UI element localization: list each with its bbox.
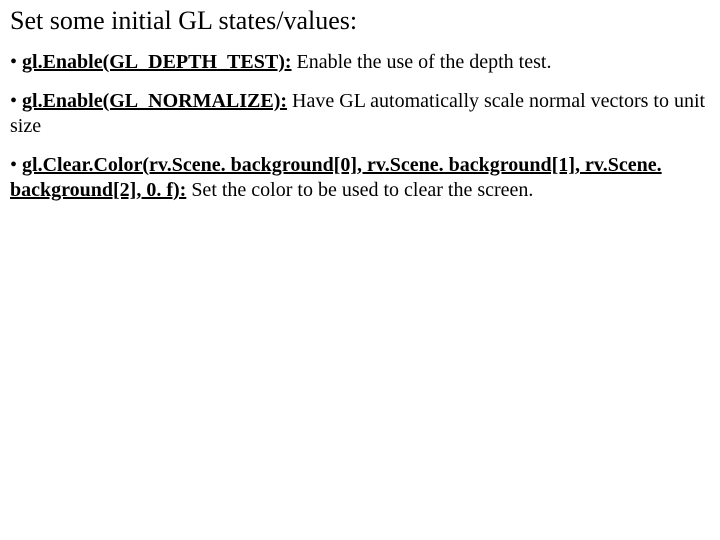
slide-page: Set some initial GL states/values: • gl.…	[0, 0, 720, 203]
bullet-marker: •	[10, 154, 22, 176]
bullet-item: • gl.Enable(GL_NORMALIZE): Have GL autom…	[10, 89, 710, 139]
bullet-marker: •	[10, 51, 22, 73]
bullet-marker: •	[10, 90, 22, 112]
page-title: Set some initial GL states/values:	[10, 6, 710, 36]
bullet-text: Set the color to be used to clear the sc…	[186, 179, 533, 201]
bullet-item: • gl.Enable(GL_DEPTH_TEST): Enable the u…	[10, 50, 710, 75]
code-call: gl.Enable(GL_NORMALIZE):	[22, 90, 287, 112]
bullet-item: • gl.Clear.Color(rv.Scene. background[0]…	[10, 153, 710, 203]
bullet-text: Enable the use of the depth test.	[292, 51, 552, 73]
code-call: gl.Enable(GL_DEPTH_TEST):	[22, 51, 292, 73]
